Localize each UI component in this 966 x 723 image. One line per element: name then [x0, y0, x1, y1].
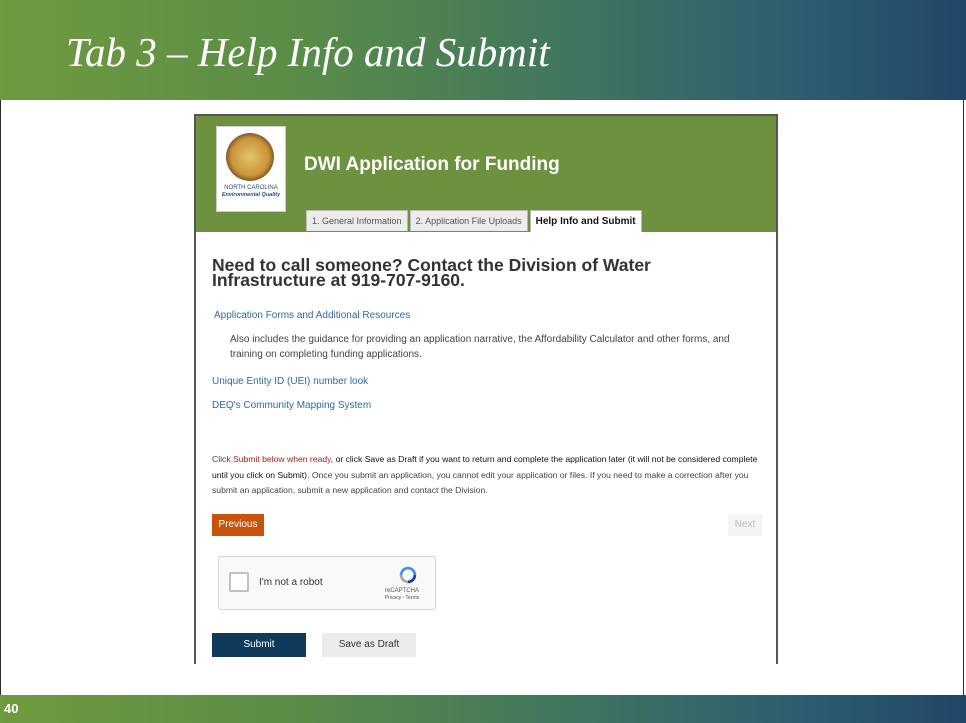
link-application-forms[interactable]: Application Forms and Additional Resourc…: [214, 310, 410, 321]
save-as-draft-button[interactable]: Save as Draft: [322, 633, 416, 657]
slide-title-bar: Tab 3 – Help Info and Submit: [0, 0, 966, 100]
app-screenshot: NORTH CAROLINA Environmental Quality DWI…: [194, 114, 778, 664]
submit-button[interactable]: Submit: [212, 633, 306, 657]
logo-text-agency: Environmental Quality: [221, 192, 281, 198]
recaptcha-widget: I'm not a robot reCAPTCHA Privacy - Term…: [218, 556, 436, 610]
link-uei-lookup[interactable]: Unique Entity ID (UEI) number look: [212, 376, 368, 387]
recaptcha-brand: reCAPTCHA: [384, 588, 419, 594]
recaptcha-logo-icon: [399, 566, 417, 584]
previous-button[interactable]: Previous: [212, 514, 264, 536]
tab-help-info-and-submit[interactable]: Help Info and Submit: [529, 210, 642, 233]
tab-general-information[interactable]: 1. General Information: [306, 210, 408, 231]
forms-description: Also includes the guidance for providing…: [230, 334, 730, 360]
notice-text-red: Submit below when ready: [233, 454, 331, 464]
slide-footer-bar: 40: [0, 695, 966, 723]
tab-bar: 1. General Information 2. Application Fi…: [306, 210, 644, 233]
submit-notice: Click Submit below when ready, or click …: [212, 452, 772, 499]
app-header: NORTH CAROLINA Environmental Quality DWI…: [196, 116, 776, 233]
logo-text-state: NORTH CAROLINA: [224, 185, 278, 191]
ncdeq-logo: NORTH CAROLINA Environmental Quality: [216, 126, 286, 212]
state-seal-icon: [226, 133, 274, 181]
slide-title: Tab 3 – Help Info and Submit: [66, 29, 550, 75]
contact-heading: Need to call someone? Contact the Divisi…: [212, 255, 651, 290]
recaptcha-checkbox[interactable]: [229, 572, 249, 592]
tab-application-file-uploads[interactable]: 2. Application File Uploads: [409, 210, 528, 231]
slide-number: 40: [4, 701, 19, 716]
next-button[interactable]: Next: [728, 514, 762, 536]
app-title: DWI Application for Funding: [304, 154, 560, 175]
recaptcha-label: I'm not a robot: [259, 577, 323, 588]
link-community-mapping[interactable]: DEQ's Community Mapping System: [212, 400, 371, 411]
notice-text-1: Click: [212, 454, 234, 464]
recaptcha-links[interactable]: Privacy - Terms: [371, 595, 433, 601]
